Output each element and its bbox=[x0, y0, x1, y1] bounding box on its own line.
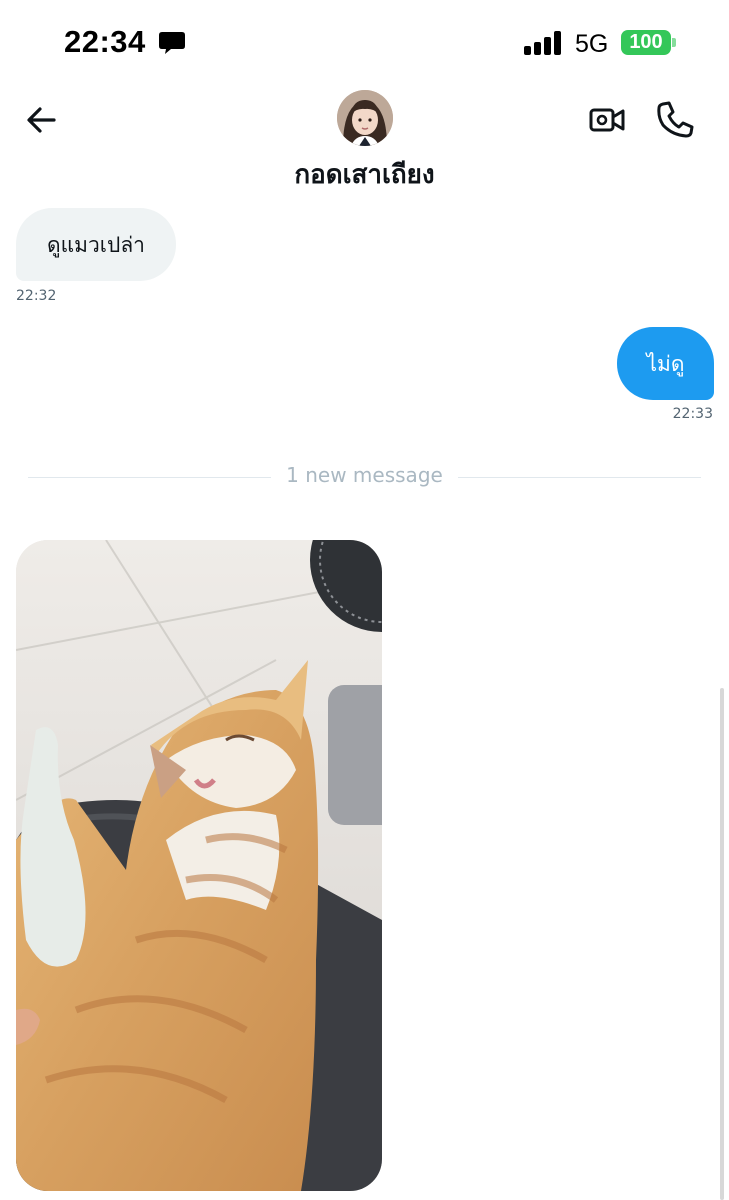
outgoing-message-text: ไม่ดู bbox=[646, 351, 685, 376]
scrollbar[interactable] bbox=[720, 688, 724, 1200]
status-bar: 22:34 5G 100 bbox=[0, 0, 729, 88]
message-notification-icon bbox=[159, 32, 185, 54]
incoming-message-time: 22:32 bbox=[16, 288, 57, 304]
contact-avatar[interactable] bbox=[337, 90, 393, 146]
battery-indicator: 100 bbox=[621, 30, 671, 55]
divider-line-right bbox=[458, 477, 701, 478]
conversation-header: กอดเสาเถียง bbox=[0, 88, 729, 203]
incoming-message-bubble[interactable]: ดูแมวเปล่า bbox=[16, 208, 176, 281]
signal-strength-icon bbox=[524, 31, 564, 55]
back-arrow-icon[interactable] bbox=[22, 100, 62, 140]
status-time: 22:34 bbox=[64, 24, 146, 59]
network-label: 5G bbox=[575, 30, 609, 58]
battery-tip bbox=[672, 38, 676, 47]
video-camera-icon[interactable] bbox=[587, 100, 627, 140]
incoming-message-text: ดูแมวเปล่า bbox=[47, 232, 145, 257]
cat-pillow-photo bbox=[16, 540, 382, 1191]
phone-icon[interactable] bbox=[654, 98, 696, 140]
new-message-divider: 1 new message bbox=[28, 463, 701, 489]
outgoing-message-bubble[interactable]: ไม่ดู bbox=[617, 327, 714, 400]
avatar-image bbox=[337, 90, 393, 146]
outgoing-message-time: 22:33 bbox=[672, 406, 713, 422]
photo-message[interactable] bbox=[16, 540, 382, 1191]
contact-name[interactable]: กอดเสาเถียง bbox=[0, 154, 729, 195]
new-message-label: 1 new message bbox=[286, 463, 443, 487]
